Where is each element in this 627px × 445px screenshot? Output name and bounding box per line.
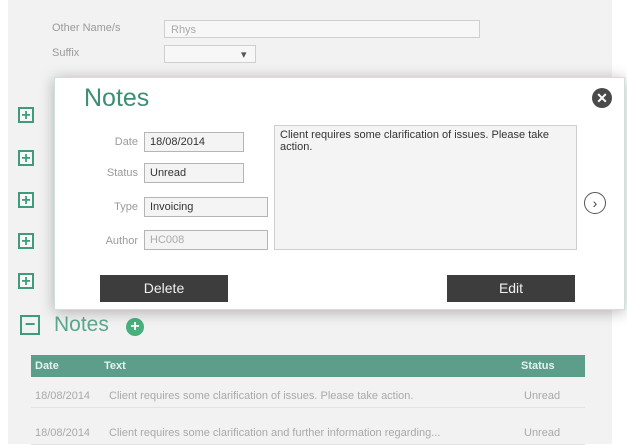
author-field[interactable]: HC008 (144, 230, 268, 250)
notes-table-header: Date Text Status (31, 355, 585, 377)
column-header-date[interactable]: Date (35, 360, 59, 372)
row-text: Client requires some clarification and f… (109, 427, 441, 439)
notes-section-title: Notes (54, 313, 109, 336)
date-label: Date (114, 136, 138, 148)
expand-section-3-button[interactable]: + (18, 192, 34, 209)
status-field[interactable]: Unread (144, 163, 244, 183)
row-status: Unread (524, 427, 561, 439)
other-names-input[interactable]: Rhys (164, 20, 480, 38)
add-note-button[interactable]: + (126, 318, 144, 336)
type-field[interactable]: Invoicing (144, 197, 268, 217)
row-text: Client requires some clarification of is… (109, 390, 414, 402)
modal-title: Notes (84, 84, 150, 112)
collapse-notes-button[interactable]: − (20, 315, 40, 335)
chevron-right-icon[interactable]: › (584, 192, 606, 214)
chevron-down-icon: ▾ (241, 49, 247, 61)
expand-section-1-button[interactable]: + (18, 107, 34, 124)
close-icon[interactable]: ✕ (592, 88, 612, 108)
table-row[interactable]: 18/08/2014 Client requires some clarific… (31, 422, 585, 445)
suffix-label: Suffix (52, 47, 80, 59)
date-field[interactable]: 18/08/2014 (144, 132, 244, 152)
expand-section-4-button[interactable]: + (18, 233, 34, 250)
row-status: Unread (524, 390, 561, 402)
type-label: Type (114, 201, 138, 213)
author-label: Author (105, 235, 138, 247)
status-label: Status (106, 167, 138, 179)
expand-section-5-button[interactable]: + (18, 273, 34, 290)
row-date: 18/08/2014 (35, 427, 91, 439)
expand-section-2-button[interactable]: + (18, 150, 34, 167)
delete-button[interactable]: Delete (100, 275, 228, 302)
column-header-status[interactable]: Status (521, 360, 555, 372)
column-header-text[interactable]: Text (104, 360, 126, 372)
table-row[interactable]: 18/08/2014 Client requires some clarific… (31, 385, 585, 408)
suffix-select[interactable]: ▾ (164, 45, 256, 63)
edit-button[interactable]: Edit (447, 275, 575, 302)
note-text-area[interactable]: Client requires some clarification of is… (274, 125, 577, 250)
row-date: 18/08/2014 (35, 390, 91, 402)
other-names-label: Other Name/s (52, 22, 121, 34)
